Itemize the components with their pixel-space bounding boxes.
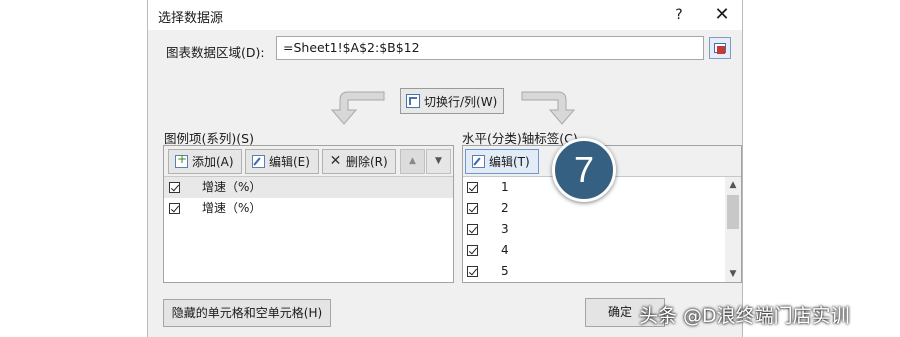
range-picker-icon[interactable] [709, 37, 731, 59]
delete-series-label: 删除(R) [346, 155, 388, 169]
add-series-button[interactable]: 添加(A) [168, 149, 242, 174]
switch-row-column-label: 切换行/列(W) [424, 94, 498, 109]
axis-label-checkbox[interactable] [467, 266, 478, 277]
edit-axis-labels-button[interactable]: 编辑(T) [465, 149, 539, 174]
axis-label-text: 5 [501, 264, 509, 278]
arrow-right-icon [521, 91, 576, 125]
add-icon [175, 152, 188, 168]
scroll-up-button[interactable]: ▲ [725, 177, 741, 193]
close-button[interactable]: ✕ [710, 4, 734, 26]
chart-range-input[interactable]: =Sheet1!$A$2:$B$12 [276, 36, 704, 60]
delete-series-button[interactable]: ✕ 删除(R) [322, 149, 396, 174]
scroll-thumb[interactable] [727, 195, 739, 229]
dialog-title: 选择数据源 [158, 11, 224, 26]
select-data-source-dialog: 选择数据源 ? ✕ 图表数据区域(D): =Sheet1!$A$2:$B$12 … [147, 0, 743, 337]
move-down-button[interactable]: ▼ [426, 149, 451, 174]
edit-icon [472, 155, 485, 168]
series-label: 增速（%） [202, 201, 262, 215]
scroll-down-button[interactable]: ▼ [725, 266, 741, 282]
legend-entries-panel: 添加(A) 编辑(E) ✕ 删除(R) ▲ ▼ 增速（%） 增速（%） [163, 145, 454, 283]
edit-series-label: 编辑(E) [269, 155, 310, 169]
axis-label-checkbox[interactable] [467, 203, 478, 214]
chart-range-label: 图表数据区域(D): [166, 45, 265, 60]
axis-label-item[interactable]: 4 [463, 240, 741, 261]
move-up-button[interactable]: ▲ [400, 149, 425, 174]
series-list-item[interactable]: 增速（%） [164, 198, 453, 219]
series-list-item[interactable]: 增速（%） [164, 177, 453, 198]
switch-icon [406, 94, 420, 108]
arrow-left-icon [330, 91, 385, 125]
hidden-empty-cells-button[interactable]: 隐藏的单元格和空单元格(H) [163, 299, 331, 327]
series-checkbox[interactable] [169, 203, 180, 214]
axis-label-checkbox[interactable] [467, 182, 478, 193]
range-picker-mark [717, 46, 725, 54]
axis-label-item[interactable]: 2 [463, 198, 741, 219]
title-bar: 选择数据源 ? ✕ [148, 0, 742, 30]
axis-label-text: 4 [501, 243, 509, 257]
series-toolbar: 添加(A) 编辑(E) ✕ 删除(R) ▲ ▼ [164, 146, 453, 177]
switch-row-column-button[interactable]: 切换行/列(W) [400, 88, 504, 114]
edit-icon [252, 155, 265, 168]
watermark-text: 头条 @D浪终端门店实训 [639, 305, 850, 327]
edit-axis-labels-label: 编辑(T) [489, 155, 530, 169]
add-series-label: 添加(A) [192, 155, 234, 169]
step-number-badge: 7 [552, 138, 616, 202]
axis-list-scrollbar[interactable]: ▲ ▼ [725, 177, 741, 282]
axis-label-checkbox[interactable] [467, 224, 478, 235]
edit-series-button[interactable]: 编辑(E) [245, 149, 319, 174]
help-button[interactable]: ? [668, 4, 690, 26]
axis-label-text: 1 [501, 180, 509, 194]
delete-icon: ✕ [329, 153, 342, 169]
axis-label-checkbox[interactable] [467, 245, 478, 256]
series-checkbox[interactable] [169, 182, 180, 193]
axis-label-text: 2 [501, 201, 509, 215]
axis-label-item[interactable]: 3 [463, 219, 741, 240]
axis-label-item[interactable]: 5 [463, 261, 741, 282]
axis-label-text: 3 [501, 222, 509, 236]
series-label: 增速（%） [202, 180, 262, 194]
